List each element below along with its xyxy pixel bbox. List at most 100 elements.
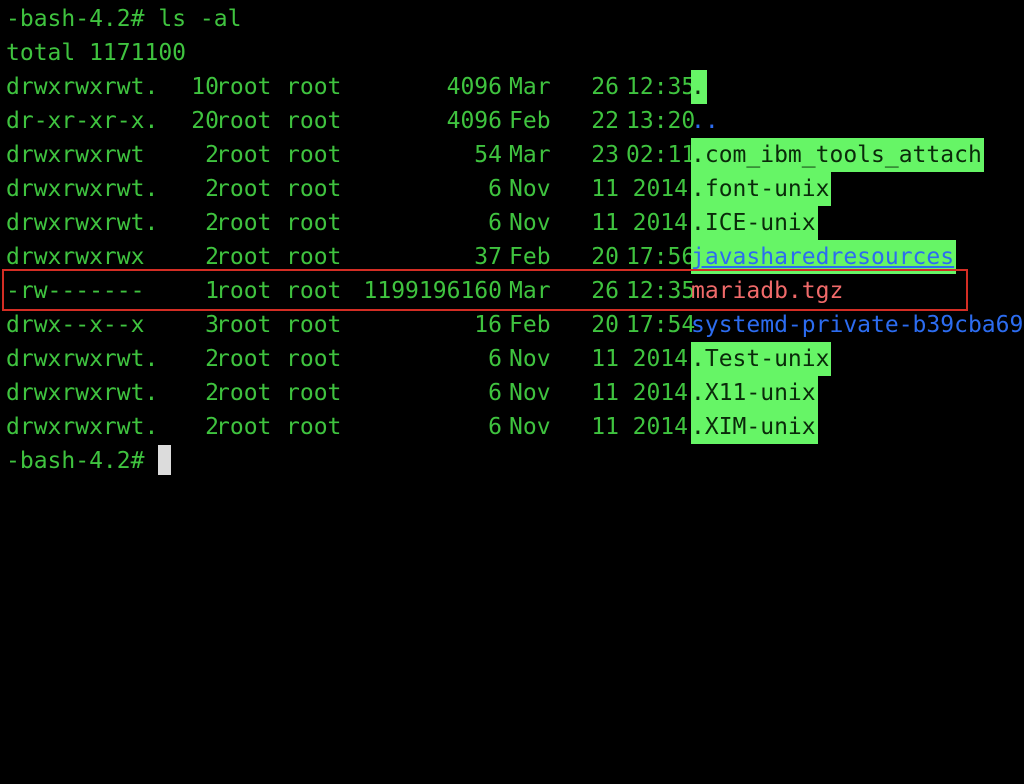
link-count: 1	[205, 278, 219, 304]
total-line: total 1171100	[6, 40, 187, 66]
month: Feb	[509, 108, 551, 134]
link-count: 2	[205, 414, 219, 440]
month: Nov	[509, 176, 551, 202]
month: Feb	[509, 312, 551, 338]
month: Mar	[509, 278, 551, 304]
permissions: drwxrwxrwx	[6, 244, 145, 270]
link-count: 10	[191, 74, 219, 100]
listing-row: drwxrwxrwt. 2 root root 6 Nov 11 2014 .T…	[6, 342, 1024, 376]
listing-row: drwxrwxrwt. 2 root root 6 Nov 11 2014 .X…	[6, 376, 1024, 410]
time: 17:54	[626, 312, 696, 338]
permissions: drwxrwxrwt.	[6, 414, 159, 440]
group: root	[286, 142, 342, 168]
file-name[interactable]: .XIM-unix	[691, 410, 818, 444]
group: root	[286, 380, 342, 406]
time: 12:35	[626, 278, 696, 304]
file-name[interactable]: .X11-unix	[691, 376, 818, 410]
prompt-line[interactable]: -bash-4.2#	[6, 444, 1024, 478]
permissions: drwxrwxrwt.	[6, 176, 159, 202]
link-count: 20	[191, 108, 219, 134]
permissions: drwxrwxrwt.	[6, 74, 159, 100]
month: Nov	[509, 346, 551, 372]
listing-row: dr-xr-xr-x. 20 root root 4096 Feb 22 13:…	[6, 104, 1024, 138]
file-size: 37	[474, 244, 502, 270]
day: 23	[591, 142, 619, 168]
time: 02:11	[626, 142, 696, 168]
permissions: dr-xr-xr-x.	[6, 108, 159, 134]
day: 11	[591, 380, 619, 406]
group: root	[286, 312, 342, 338]
group: root	[286, 346, 342, 372]
file-size: 16	[474, 312, 502, 338]
file-name[interactable]: javasharedresources	[691, 240, 957, 274]
time: 2014	[632, 210, 688, 236]
link-count: 2	[205, 176, 219, 202]
group: root	[286, 244, 342, 270]
time: 2014	[632, 346, 688, 372]
day: 26	[591, 278, 619, 304]
permissions: drwxrwxrwt	[6, 142, 145, 168]
text-cursor	[158, 444, 172, 475]
file-name[interactable]: .	[691, 70, 707, 104]
day: 11	[591, 414, 619, 440]
owner: root	[216, 278, 272, 304]
permissions: -rw-------	[6, 278, 145, 304]
month: Feb	[509, 244, 551, 270]
link-count: 2	[205, 380, 219, 406]
group: root	[286, 414, 342, 440]
time: 13:20	[626, 108, 696, 134]
day: 11	[591, 210, 619, 236]
file-name[interactable]: .Test-unix	[691, 342, 832, 376]
owner: root	[216, 210, 272, 236]
file-size: 6	[488, 346, 502, 372]
file-size: 6	[488, 210, 502, 236]
file-size: 1199196160	[363, 278, 502, 304]
command-line: -bash-4.2# ls -al	[6, 2, 1024, 36]
terminal-window[interactable]: -bash-4.2# ls -al total 1171100 drwxrwxr…	[6, 2, 1024, 478]
prompt: -bash-4.2#	[6, 6, 145, 32]
file-name[interactable]: ..	[691, 104, 719, 138]
file-name[interactable]: systemd-private-b39cba69	[691, 308, 1023, 342]
file-name[interactable]: .font-unix	[691, 172, 832, 206]
day: 11	[591, 346, 619, 372]
file-name[interactable]: .com_ibm_tools_attach	[691, 138, 984, 172]
listing-row-highlighted: -rw------- 1 root root 1199196160 Mar 26…	[6, 274, 1024, 308]
listing-row: drwxrwxrwt 2 root root 54 Mar 23 02:11 .…	[6, 138, 1024, 172]
listing-row: drwxrwxrwt. 2 root root 6 Nov 11 2014 .I…	[6, 206, 1024, 240]
owner: root	[216, 346, 272, 372]
file-size: 4096	[446, 74, 502, 100]
group: root	[286, 278, 342, 304]
month: Mar	[509, 142, 551, 168]
command-text: ls -al	[158, 6, 242, 32]
owner: root	[216, 142, 272, 168]
listing-row: drwxrwxrwx 2 root root 37 Feb 20 17:56 j…	[6, 240, 1024, 274]
time: 2014	[632, 414, 688, 440]
file-size: 6	[488, 380, 502, 406]
day: 20	[591, 312, 619, 338]
month: Mar	[509, 74, 551, 100]
month: Nov	[509, 210, 551, 236]
day: 20	[591, 244, 619, 270]
day: 22	[591, 108, 619, 134]
file-name[interactable]: mariadb.tgz	[691, 274, 843, 308]
permissions: drwxrwxrwt.	[6, 380, 159, 406]
owner: root	[216, 74, 272, 100]
month: Nov	[509, 414, 551, 440]
time: 12:35	[626, 74, 696, 100]
owner: root	[216, 176, 272, 202]
time: 17:56	[626, 244, 696, 270]
link-count: 3	[205, 312, 219, 338]
owner: root	[216, 312, 272, 338]
listing-row: drwx--x--x 3 root root 16 Feb 20 17:54 s…	[6, 308, 1024, 342]
group: root	[286, 74, 342, 100]
group: root	[286, 210, 342, 236]
file-size: 4096	[446, 108, 502, 134]
link-count: 2	[205, 210, 219, 236]
time: 2014	[632, 176, 688, 202]
file-size: 54	[474, 142, 502, 168]
link-count: 2	[205, 346, 219, 372]
owner: root	[216, 108, 272, 134]
file-name[interactable]: .ICE-unix	[691, 206, 818, 240]
permissions: drwxrwxrwt.	[6, 346, 159, 372]
permissions: drwx--x--x	[6, 312, 145, 338]
